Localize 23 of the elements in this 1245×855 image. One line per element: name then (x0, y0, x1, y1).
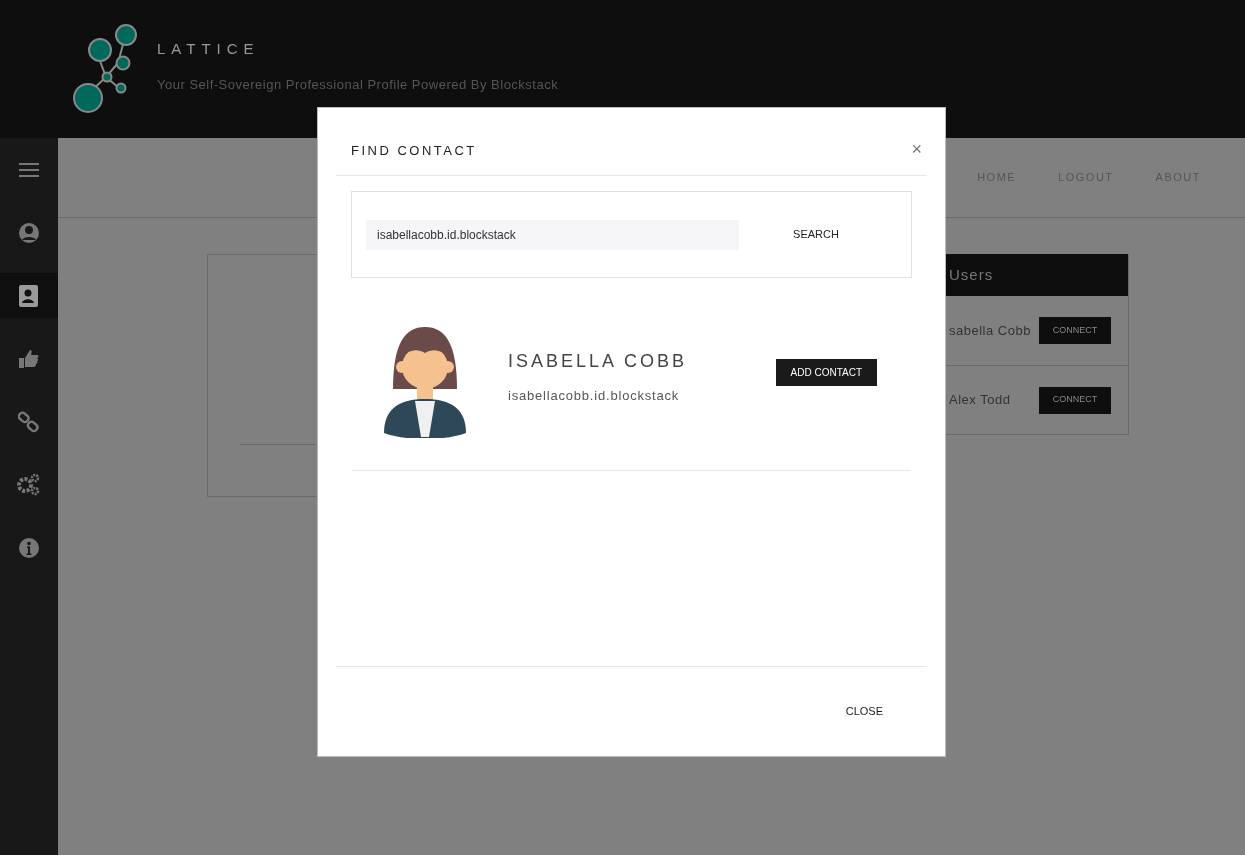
search-field[interactable]: isabellacobb.id.blockstack (366, 219, 739, 250)
sidebar-item[interactable] (0, 273, 58, 318)
gears-icon (16, 472, 42, 497)
user-name: Alex Todd (949, 391, 1011, 410)
contact-id: isabellacobb.id.blockstack (508, 387, 681, 405)
contact-card-icon (19, 284, 39, 307)
link-icon (18, 410, 40, 433)
contact-name: ISABELLA COBB (508, 350, 688, 373)
logo-text: LATTICE (157, 39, 261, 59)
info-icon (19, 537, 39, 558)
connect-button[interactable]: CONNECT (1039, 386, 1111, 414)
add-contact-button[interactable]: ADD CONTACT (775, 359, 877, 386)
search-button[interactable]: SEARCH (753, 219, 879, 250)
tagline: Your Self-Sovereign Professional Profile Powered By Blockstack (157, 75, 559, 94)
user-name: sabella Cobb (949, 321, 1031, 340)
menu-icon (19, 162, 39, 177)
card-title: Users (949, 264, 994, 285)
user-icon (18, 221, 40, 244)
connect-button[interactable]: CONNECT (1039, 317, 1111, 344)
close-button[interactable]: CLOSE (841, 699, 887, 724)
logo-icon (73, 24, 137, 114)
thumbs-up-icon (19, 348, 39, 369)
dialog-title: FIND CONTACT (351, 141, 477, 160)
